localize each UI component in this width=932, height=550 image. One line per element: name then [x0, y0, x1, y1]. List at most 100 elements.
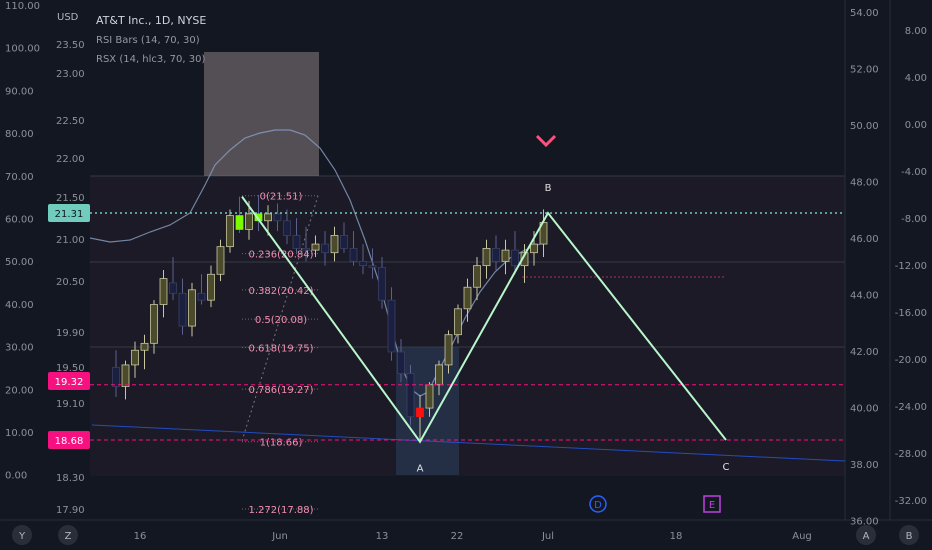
price-axis-tick-2: 22.50: [56, 116, 85, 127]
svg-text:A: A: [863, 531, 870, 542]
candle-body-2: [131, 349, 139, 366]
x-axis-tick-0: 16: [134, 531, 147, 542]
candle-body-8: [188, 289, 196, 327]
right-axis-2-tick-9: -28.00: [895, 449, 927, 460]
candle-body-12: [226, 215, 234, 248]
right-axis-1-tick-7: 40.00: [850, 404, 879, 415]
candle-body-33: [425, 384, 434, 409]
candle-body-34: [435, 364, 443, 386]
price-axis-tick-11: 17.90: [56, 505, 85, 516]
currency-label: USD: [57, 12, 79, 23]
candle-body-28: [378, 266, 386, 301]
svg-text:B: B: [906, 531, 913, 542]
candle-body-17: [273, 213, 282, 222]
rsi-axis-tick-10: 10.00: [5, 428, 34, 439]
right-axis-1-tick-2: 50.00: [850, 121, 879, 132]
corner-button-a[interactable]: A: [856, 525, 876, 545]
x-axis-tick-3: 22: [451, 531, 464, 542]
x-axis-tick-6: Aug: [792, 531, 812, 542]
candle-body-30: [397, 351, 405, 374]
price-axis-tick-4: 21.50: [56, 193, 85, 204]
chart-svg[interactable]: 0(21.51)0.236(20.84)0.382(20.42)0.5(20.0…: [0, 0, 932, 550]
rsi-axis-tick-5: 60.00: [5, 215, 34, 226]
rsi-axis-tick-3: 80.00: [5, 129, 34, 140]
right-axis-1-tick-3: 48.00: [850, 178, 879, 189]
rsi-axis-tick-7: 40.00: [5, 300, 34, 311]
candle-body-37: [463, 286, 472, 310]
candle-body-36: [454, 308, 462, 336]
pattern-label-B: B: [545, 183, 552, 194]
candle-body-25: [349, 247, 358, 262]
indicator-rsi-bars[interactable]: RSI Bars (14, 70, 30): [96, 35, 200, 46]
right-axis-2-tick-2: 0.00: [905, 120, 927, 131]
rsi-axis-tick-1: 100.00: [5, 44, 40, 55]
rsi-axis-tick-0: 110.00: [5, 1, 40, 12]
right-axis-1-tick-6: 42.00: [850, 347, 879, 358]
right-axis-2-tick-7: -20.00: [895, 355, 927, 366]
pattern-label-C: C: [723, 462, 730, 473]
corner-button-z[interactable]: Z: [58, 525, 78, 545]
candle-body-29: [387, 299, 396, 353]
svg-text:Z: Z: [65, 531, 72, 542]
right-axis-1-tick-4: 46.00: [850, 234, 879, 245]
oversold-box: [396, 347, 459, 475]
price-axis-tick-7: 19.90: [56, 328, 85, 339]
right-axis-2-tick-8: -24.00: [895, 402, 927, 413]
rsi-axis-tick-8: 30.00: [5, 343, 34, 354]
candle-body-11: [216, 246, 225, 275]
sell-chevron-icon: [535, 134, 557, 148]
rsi-axis-tick-6: 50.00: [5, 257, 34, 268]
right-axis-1-tick-8: 38.00: [850, 460, 879, 471]
right-axis-2-tick-3: -4.00: [901, 167, 927, 178]
right-axis-2-tick-10: -32.00: [895, 496, 927, 507]
price-axis-tick-3: 22.00: [56, 154, 85, 165]
right-axis-2-tick-0: 8.00: [905, 26, 927, 37]
candle-body-6: [169, 282, 177, 294]
pattern-label-A: A: [417, 464, 424, 475]
price-highlight-2: 18.68: [48, 431, 90, 449]
price-highlight-0: 21.31: [48, 204, 90, 222]
corner-button-b[interactable]: B: [899, 525, 919, 545]
fib-label-6: 1(18.66): [260, 438, 303, 449]
candle-body-5: [159, 278, 168, 305]
candle-body-16: [264, 213, 272, 222]
fib-label-5: 0.786(19.27): [248, 385, 313, 396]
fib-label-3: 0.5(20.08): [255, 315, 307, 326]
candle-body-9: [197, 292, 206, 301]
price-axis-tick-9: 19.10: [56, 399, 85, 410]
fib-label-2: 0.382(20.42): [248, 286, 313, 297]
candle-body-31: [406, 373, 415, 418]
right-axis-2-tick-6: -16.00: [895, 308, 927, 319]
candle-body-7: [178, 292, 187, 327]
candle-body-35: [444, 334, 453, 366]
marker-d: D: [589, 495, 607, 513]
candle-body-4: [150, 304, 158, 344]
corner-button-y[interactable]: Y: [12, 525, 32, 545]
candle-body-40: [492, 247, 500, 262]
candle-body-22: [321, 243, 329, 254]
candle-body-14: [245, 213, 253, 230]
right-axis-2-tick-5: -12.00: [895, 261, 927, 272]
fib-label-7: 1.272(17.88): [248, 505, 313, 516]
indicator-rsx[interactable]: RSX (14, hlc3, 70, 30): [96, 54, 205, 65]
candle-body-1: [121, 364, 130, 387]
price-highlight-label-0: 21.31: [55, 209, 84, 220]
x-axis-tick-2: 13: [376, 531, 389, 542]
candle-body-3: [140, 342, 149, 351]
candle-body-13: [235, 215, 244, 230]
candle-body-19: [292, 235, 301, 249]
background-layer: [90, 176, 845, 476]
price-highlight-1: 19.32: [48, 372, 90, 390]
price-axis-tick-1: 23.00: [56, 69, 85, 80]
symbol-title[interactable]: AT&T Inc., 1D, NYSE: [96, 14, 206, 27]
candle-body-32: [416, 407, 424, 418]
price-axis-tick-5: 21.00: [56, 235, 85, 246]
candle-body-27: [368, 265, 377, 268]
fib-label-4: 0.618(19.75): [248, 344, 313, 355]
rsi-axis-tick-9: 20.00: [5, 385, 34, 396]
candle-body-41: [501, 249, 510, 262]
marker-d-label: D: [594, 500, 602, 511]
right-axis-1-tick-0: 54.00: [850, 8, 879, 19]
price-axis-tick-6: 20.50: [56, 277, 85, 288]
candle-body-0: [112, 367, 120, 387]
